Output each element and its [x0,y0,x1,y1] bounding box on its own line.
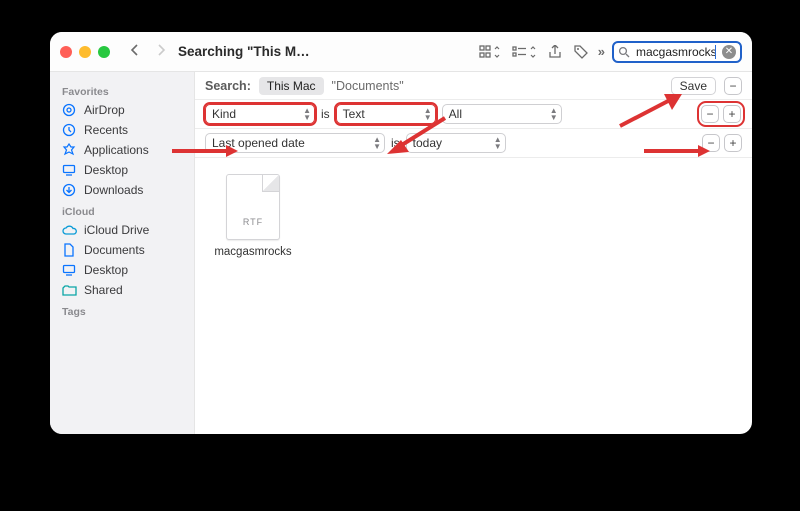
sidebar-item-desktop[interactable]: Desktop [56,160,188,180]
recents-icon [62,123,77,137]
chevron-updown-icon: ▲▼ [494,136,502,150]
sidebar-item-documents[interactable]: Documents [56,240,188,260]
rule-operator-label: is [321,107,330,121]
search-query-text: macgasmrocks [636,45,716,59]
sidebar-item-icloud-drive[interactable]: iCloud Drive [56,220,188,240]
rule-add-button[interactable]: + [723,105,741,123]
rule-add-remove-group: − + [702,134,742,152]
chevron-updown-icon: ▲▼ [303,107,311,121]
downloads-icon [62,183,77,197]
icloud-icon [62,225,77,236]
rule-value-select[interactable]: Text ▲▼ [336,104,436,124]
window-controls [60,46,110,58]
view-mode-button[interactable] [476,45,504,59]
sidebar-item-airdrop[interactable]: AirDrop [56,100,188,120]
chevron-updown-icon: ▲▼ [424,107,432,121]
minimize-window-button[interactable] [79,46,91,58]
toolbar: Searching "This M… » macgasmrocks ✕ [50,32,752,72]
nav-forward-button[interactable] [152,44,170,59]
file-name-label: macgasmrocks [214,246,291,258]
save-search-button[interactable]: Save [671,77,716,95]
rule-add-remove-group: − + [700,104,742,124]
search-scope-bar: Search: This Mac "Documents" Save − [195,72,752,100]
chevron-updown-icon: ▲▼ [373,136,381,150]
search-icon [618,46,630,58]
rule-remove-button[interactable]: − [702,134,720,152]
sidebar-section-icloud: iCloud [56,200,188,220]
documents-icon [62,243,77,257]
scope-documents[interactable]: "Documents" [332,79,404,93]
rule-add-button[interactable]: + [724,134,742,152]
scope-remove-button[interactable]: − [724,77,742,95]
search-field[interactable]: macgasmrocks ✕ [612,41,742,63]
close-window-button[interactable] [60,46,72,58]
finder-window: Searching "This M… » macgasmrocks ✕ [50,32,752,434]
chevron-updown-icon: ▲▼ [550,107,558,121]
shared-icon [62,284,77,296]
search-rule-row: Last opened date ▲▼ is today ▲▼ − + [195,129,752,158]
clear-search-button[interactable]: ✕ [722,45,736,59]
group-by-button[interactable] [512,45,538,59]
sidebar-item-recents[interactable]: Recents [56,120,188,140]
sidebar-item-shared[interactable]: Shared [56,280,188,300]
sidebar-item-desktop-icloud[interactable]: Desktop [56,260,188,280]
sidebar: Favorites AirDrop Recents Applications D… [50,72,195,434]
sidebar-item-downloads[interactable]: Downloads [56,180,188,200]
search-rule-row: Kind ▲▼ is Text ▲▼ All ▲▼ − + [195,100,752,129]
result-file[interactable]: RTF macgasmrocks [213,174,293,258]
rule-field-select[interactable]: Last opened date ▲▼ [205,133,385,153]
content-area: Search: This Mac "Documents" Save − Kind… [195,72,752,434]
scope-label: Search: [205,79,251,93]
window-title: Searching "This M… [178,44,310,59]
file-ext-label: RTF [227,217,279,227]
sidebar-item-applications[interactable]: Applications [56,140,188,160]
rule-remove-button[interactable]: − [701,105,719,123]
toolbar-overflow-button[interactable]: » [598,44,604,59]
share-button[interactable] [546,45,564,59]
file-icon: RTF [226,174,280,240]
rule-field-select[interactable]: Kind ▲▼ [205,104,315,124]
search-results: RTF macgasmrocks [195,158,752,434]
tags-button[interactable] [572,45,590,59]
fullscreen-window-button[interactable] [98,46,110,58]
rule-extra-select[interactable]: All ▲▼ [442,104,562,124]
sidebar-section-tags: Tags [56,300,188,320]
sidebar-section-favorites: Favorites [56,80,188,100]
desktop-icon [62,163,77,177]
nav-back-button[interactable] [126,44,144,59]
airdrop-icon [62,103,77,117]
applications-icon [62,143,77,157]
scope-this-mac[interactable]: This Mac [259,77,324,95]
desktop-icon [62,263,77,277]
rule-value-select[interactable]: today ▲▼ [406,133,506,153]
rule-operator-label: is [391,136,400,150]
